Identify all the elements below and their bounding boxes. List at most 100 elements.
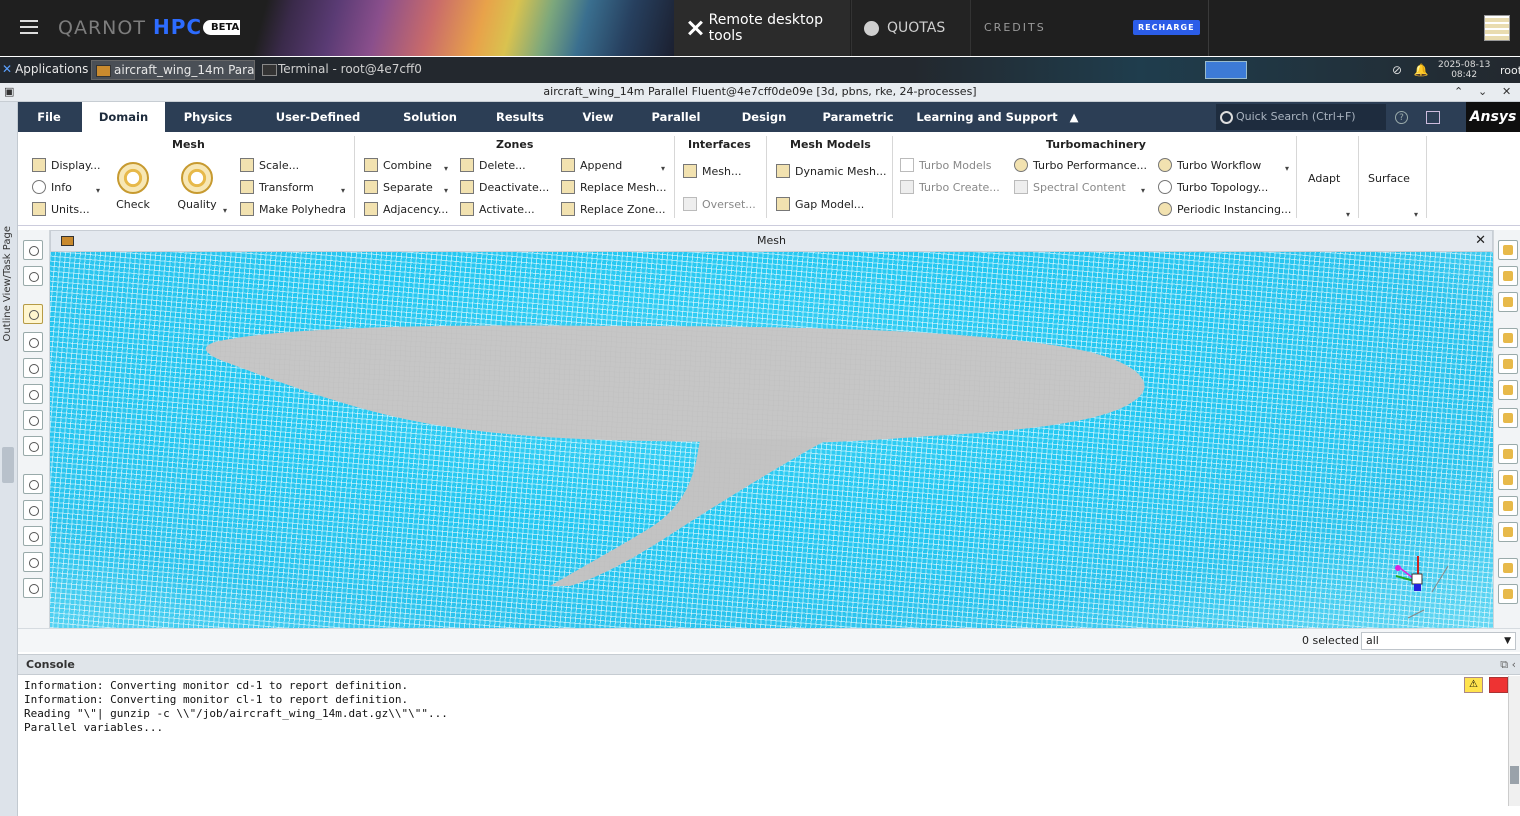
zones-separate-button[interactable]: Separate [364,180,433,194]
collapse-ribbon-icon[interactable]: ▲ [1064,102,1084,132]
zoom-box-icon[interactable] [23,410,43,430]
user-avatar[interactable] [1484,15,1510,41]
probe-info-icon[interactable] [23,436,43,456]
camera-eye-icon[interactable] [1498,328,1518,348]
turbo-create-button[interactable]: Turbo Create... [900,180,1000,194]
maximize-icon[interactable]: ⌃ [1454,83,1463,101]
zones-combine-button[interactable]: Combine [364,158,432,172]
recharge-button[interactable]: RECHARGE [1133,20,1200,35]
warning-icon[interactable]: ⚠ [1464,677,1483,693]
console-scrollbar[interactable] [1508,676,1520,806]
snapshot-icon[interactable] [1498,584,1518,604]
taskbar-item-fluent[interactable]: aircraft_wing_14m Paral... [91,60,255,80]
console-float-icon[interactable]: ⧉ ‹ [1500,655,1516,675]
adapt-dropdown-icon[interactable]: ▾ [1346,210,1350,219]
quick-search-input[interactable]: Quick Search (Ctrl+F) [1216,104,1386,130]
tab-parallel[interactable]: Parallel [640,102,712,132]
tab-view[interactable]: View [570,102,626,132]
turbo-performance-button[interactable]: Turbo Performance... [1014,158,1147,172]
zones-activate-button[interactable]: Activate... [460,202,535,216]
hide-show-icon[interactable] [1498,354,1518,374]
mesh-transform-button[interactable]: Transform [240,180,314,194]
separate-dropdown-icon[interactable]: ▾ [444,186,448,195]
tab-user-defined[interactable]: User-Defined [262,102,374,132]
tab-physics[interactable]: Physics [172,102,244,132]
make-polyhedra-button[interactable]: Make Polyhedra [240,202,346,216]
turbo-models-checkbox[interactable]: Turbo Models [900,158,992,172]
tab-file[interactable]: File [20,102,78,132]
stop-calculation-icon[interactable] [1489,677,1508,693]
combine-dropdown-icon[interactable]: ▾ [444,164,448,173]
adapt-menu-button[interactable]: Adapt [1308,172,1340,185]
tab-parametric[interactable]: Parametric [814,102,902,132]
zoom-selection-icon[interactable] [23,500,43,520]
mesh-viewport[interactable] [50,252,1493,628]
remote-desktop-tools-button[interactable]: Remote desktop tools [674,0,850,56]
zones-adjacency-button[interactable]: Adjacency... [364,202,448,216]
mesh-units-button[interactable]: Units... [32,202,90,216]
report-icon[interactable] [1498,496,1518,516]
taskbar-item-terminal[interactable]: Terminal - root@4e7cff0... [258,60,422,80]
applications-menu[interactable]: ✕ Applications [2,62,88,76]
close-window-icon[interactable]: ✕ [1502,83,1511,101]
info-dropdown-icon[interactable]: ▾ [96,186,100,195]
mesh-display-button[interactable]: Display... [32,158,100,172]
magnify-icon[interactable] [23,552,43,572]
layout-menu-icon[interactable] [1426,111,1440,124]
network-icon[interactable]: ⊘ [1392,63,1402,77]
interfaces-mesh-button[interactable]: Mesh... [683,164,741,178]
replace-zone-button[interactable]: Replace Zone... [561,202,666,216]
clock[interactable]: 2025-08-13 08:42 [1438,60,1490,80]
console-output[interactable]: Information: Converting monitor cd-1 to … [18,676,1508,816]
surface-dropdown-icon[interactable]: ▾ [1414,210,1418,219]
quotas-button[interactable]: QUOTAS [851,0,971,56]
line-probe-icon[interactable] [1498,470,1518,490]
help-icon[interactable]: ? [1395,111,1408,124]
view-top-icon[interactable] [1498,292,1518,312]
copy-view-icon[interactable] [1498,380,1518,400]
mesh-scale-button[interactable]: Scale... [240,158,299,172]
transform-dropdown-icon[interactable]: ▾ [341,186,345,195]
legend-icon[interactable] [1498,522,1518,542]
tab-solution[interactable]: Solution [392,102,468,132]
scrollbar-thumb[interactable] [1510,766,1519,784]
tab-design[interactable]: Design [728,102,800,132]
zoom-in-out-icon[interactable] [23,384,43,404]
view-side-icon[interactable] [1498,266,1518,286]
selection-filter-select[interactable]: all ▼ [1361,632,1516,650]
turbo-workflow-dropdown-icon[interactable]: ▾ [1285,164,1289,173]
view-front-icon[interactable] [1498,240,1518,260]
spectral-dropdown-icon[interactable]: ▾ [1141,186,1145,195]
turbo-workflow-button[interactable]: Turbo Workflow [1158,158,1261,172]
outline-view-tab[interactable]: Outline View/Task Page [2,226,13,341]
tab-learning-and-support[interactable]: Learning and Support [914,102,1060,132]
workspace-switcher[interactable] [1205,61,1247,79]
restore-icon[interactable]: ⌄ [1478,83,1487,101]
view-axes-icon[interactable] [23,578,43,598]
replace-mesh-button[interactable]: Replace Mesh... [561,180,666,194]
turbo-topology-button[interactable]: Turbo Topology... [1158,180,1268,194]
plot-icon[interactable] [1498,444,1518,464]
close-graphics-icon[interactable]: ✕ [1475,231,1486,251]
pan-icon[interactable] [23,358,43,378]
gap-model-button[interactable]: Gap Model... [776,197,864,211]
zones-append-button[interactable]: Append [561,158,622,172]
tab-domain[interactable]: Domain [82,102,165,132]
interfaces-overset-button[interactable]: Overset... [683,197,756,211]
display-options-icon[interactable] [23,266,43,286]
fit-to-window-icon[interactable] [23,474,43,494]
surface-menu-button[interactable]: Surface [1368,172,1410,185]
mesh-check-button[interactable]: Check [113,162,153,211]
rotate-icon[interactable] [23,332,43,352]
zones-delete-button[interactable]: Delete... [460,158,526,172]
zoom-out-icon[interactable] [23,526,43,546]
hamburger-menu-icon[interactable] [20,20,38,34]
pointer-select-icon[interactable] [23,304,43,324]
quality-dropdown-icon[interactable]: ▾ [223,206,227,215]
window-layout-icon[interactable] [1498,558,1518,578]
session-user[interactable]: root [1500,64,1520,77]
tab-results[interactable]: Results [484,102,556,132]
spectral-content-button[interactable]: Spectral Content [1014,180,1126,194]
notification-bell-icon[interactable]: 🔔 [1414,63,1429,77]
mesh-quality-button[interactable]: Quality [175,162,219,211]
